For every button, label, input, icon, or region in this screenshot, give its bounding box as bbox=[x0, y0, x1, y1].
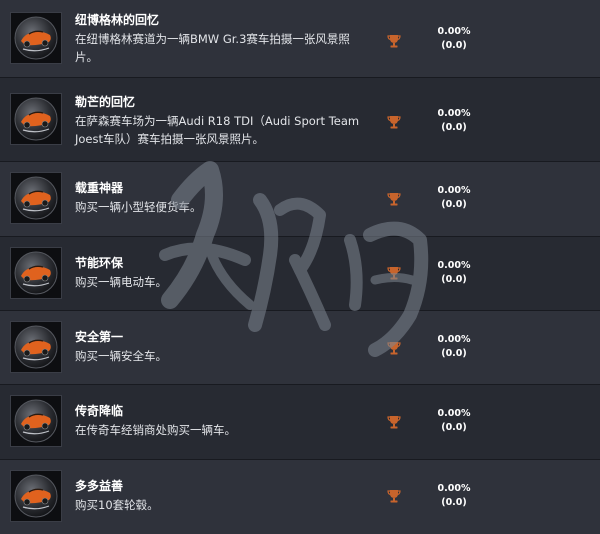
bronze-trophy-icon bbox=[387, 192, 401, 206]
trophy-title: 载重神器 bbox=[75, 181, 124, 195]
trophy-title: 节能环保 bbox=[75, 256, 124, 270]
bronze-trophy-icon bbox=[387, 341, 401, 355]
trophy-row[interactable]: 安全第一 购买一辆安全车。 0.00% (0.0) bbox=[0, 311, 600, 385]
trophy-row[interactable]: 多多益善 购买10套轮毂。 0.00% (0.0) bbox=[0, 460, 600, 534]
trophy-value: (0.0) bbox=[441, 348, 467, 359]
trophy-percent: 0.00% bbox=[437, 483, 471, 494]
trophy-value: (0.0) bbox=[441, 422, 467, 433]
trophy-description: 购买一辆小型轻便货车。 bbox=[75, 200, 202, 214]
race-car-badge-icon bbox=[10, 246, 62, 299]
trophy-title: 传奇降临 bbox=[75, 404, 124, 418]
race-car-badge-icon bbox=[10, 92, 62, 145]
trophy-title: 安全第一 bbox=[75, 330, 124, 344]
trophy-description: 购买一辆电动车。 bbox=[75, 275, 167, 289]
trophy-value: (0.0) bbox=[441, 497, 467, 508]
trophy-title: 多多益善 bbox=[75, 479, 124, 493]
bronze-trophy-icon bbox=[387, 415, 401, 429]
trophy-description: 在纽博格林赛道为一辆BMW Gr.3赛车拍摄一张风景照片。 bbox=[75, 32, 350, 64]
trophy-percent: 0.00% bbox=[437, 408, 471, 419]
trophy-value: (0.0) bbox=[441, 199, 467, 210]
trophy-row[interactable]: 传奇降临 在传奇车经销商处购买一辆车。 0.00% (0.0) bbox=[0, 385, 600, 460]
trophy-percent: 0.00% bbox=[437, 185, 471, 196]
trophy-value: (0.0) bbox=[441, 122, 467, 133]
bronze-trophy-icon bbox=[387, 34, 401, 48]
trophy-row[interactable]: 载重神器 购买一辆小型轻便货车。 0.00% (0.0) bbox=[0, 162, 600, 237]
bronze-trophy-icon bbox=[387, 115, 401, 129]
trophy-value: (0.0) bbox=[441, 40, 467, 51]
trophy-percent: 0.00% bbox=[437, 260, 471, 271]
trophy-row[interactable]: 节能环保 购买一辆电动车。 0.00% (0.0) bbox=[0, 237, 600, 311]
trophy-description: 购买一辆安全车。 bbox=[75, 349, 167, 363]
trophy-value: (0.0) bbox=[441, 274, 467, 285]
trophy-row[interactable]: 勒芒的回忆 在萨森赛车场为一辆Audi R18 TDI（Audi Sport T… bbox=[0, 78, 600, 162]
trophy-percent: 0.00% bbox=[437, 334, 471, 345]
race-car-badge-icon bbox=[10, 470, 62, 522]
trophy-description: 购买10套轮毂。 bbox=[75, 498, 159, 512]
race-car-badge-icon bbox=[10, 395, 62, 447]
trophy-percent: 0.00% bbox=[437, 26, 471, 37]
trophy-row[interactable]: 纽博格林的回忆 在纽博格林赛道为一辆BMW Gr.3赛车拍摄一张风景照片。 0.… bbox=[0, 0, 600, 78]
trophy-description: 在萨森赛车场为一辆Audi R18 TDI（Audi Sport Team Jo… bbox=[75, 114, 360, 146]
race-car-badge-icon bbox=[10, 11, 62, 64]
bronze-trophy-icon bbox=[387, 489, 401, 503]
race-car-badge-icon bbox=[10, 172, 62, 224]
bronze-trophy-icon bbox=[387, 266, 401, 280]
trophy-percent: 0.00% bbox=[437, 108, 471, 119]
trophy-title: 纽博格林的回忆 bbox=[75, 13, 160, 27]
trophy-description: 在传奇车经销商处购买一辆车。 bbox=[75, 423, 236, 437]
race-car-badge-icon bbox=[10, 320, 62, 373]
trophy-title: 勒芒的回忆 bbox=[75, 95, 136, 109]
